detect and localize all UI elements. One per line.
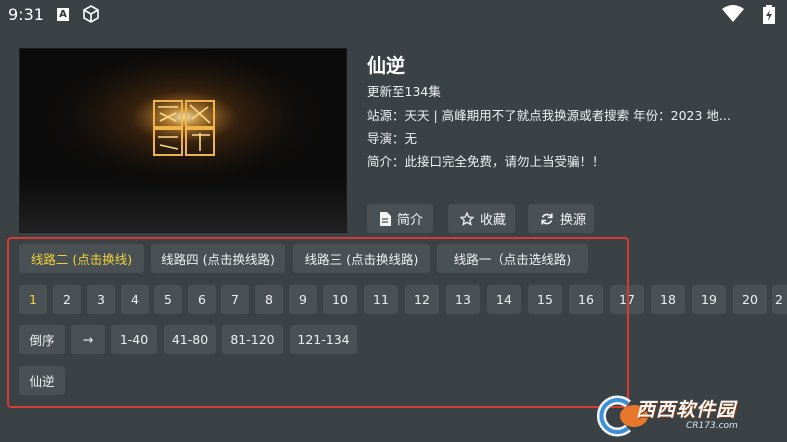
refresh-icon [541,213,553,224]
wifi-icon [722,5,744,22]
group-button[interactable]: 仙逆 [19,366,65,395]
range-button[interactable]: 41-80 [164,325,216,354]
episode-button[interactable]: 6 [188,285,216,314]
update-status: 更新至134集 [367,84,441,99]
video-poster[interactable] [19,48,347,233]
watermark-url: CR173.com [686,421,738,431]
route-tab-2[interactable]: 线路二 (点击换线) [19,244,144,273]
poster-logo-image [20,49,346,232]
watermark: 西西软件园 CR173.com [590,392,787,442]
episode-button[interactable]: 12 [405,285,439,314]
episode-button[interactable]: 8 [255,285,283,314]
episode-button[interactable]: 20 [733,285,767,314]
episode-button[interactable]: 2 [53,285,81,314]
episode-button[interactable]: 3 [87,285,115,314]
route-tab-3[interactable]: 线路三 (点击换线路) [293,244,430,273]
arrow-right-icon[interactable]: → [71,325,105,354]
status-time: 9:31 [8,5,44,24]
cube-icon [83,5,99,23]
reverse-order-button[interactable]: 倒序 [19,325,65,354]
episode-button[interactable]: 9 [289,285,317,314]
site-source-line: 站源：天天 | 高峰期用不了就点我换源或者搜索 年份：2023 地... [367,108,731,123]
document-icon [380,211,391,226]
intro-label: 简介 [397,213,424,228]
favorite-label: 收藏 [480,213,507,228]
episode-button[interactable]: 10 [323,285,357,314]
change-source-button[interactable]: 换源 [528,204,594,233]
accessibility-badge-icon: A [57,8,69,21]
episode-button[interactable]: 5 [154,285,182,314]
summary-line: 简介：此接口完全免费，请勿上当受骗！！ [367,154,605,169]
episode-button-partial[interactable]: 2 [772,285,787,314]
episode-button[interactable]: 13 [446,285,480,314]
range-button[interactable]: 1-40 [111,325,157,354]
route-tab-1[interactable]: 线路一（点击选线路) [437,244,588,273]
episode-button[interactable]: 17 [610,285,644,314]
star-icon [460,211,474,226]
battery-icon [763,5,775,24]
range-button[interactable]: 121-134 [290,325,357,354]
favorite-button[interactable]: 收藏 [448,204,515,233]
episode-button[interactable]: 4 [121,285,149,314]
status-bar: 9:31 A [0,0,787,30]
range-button[interactable]: 81-120 [222,325,283,354]
episode-button[interactable]: 11 [364,285,398,314]
watermark-text: 西西软件园 [636,399,737,421]
intro-button[interactable]: 简介 [367,204,433,233]
route-tab-4[interactable]: 线路四 (点击换线路) [151,244,285,273]
director-line: 导演：无 [367,131,418,146]
episode-button[interactable]: 18 [651,285,685,314]
episode-button[interactable]: 19 [692,285,726,314]
episode-button[interactable]: 1 [19,285,47,314]
change-source-label: 换源 [560,213,587,228]
episode-button[interactable]: 7 [221,285,249,314]
episode-button[interactable]: 14 [487,285,521,314]
video-title: 仙逆 [367,55,406,77]
episode-button[interactable]: 16 [569,285,603,314]
episode-button[interactable]: 15 [528,285,562,314]
